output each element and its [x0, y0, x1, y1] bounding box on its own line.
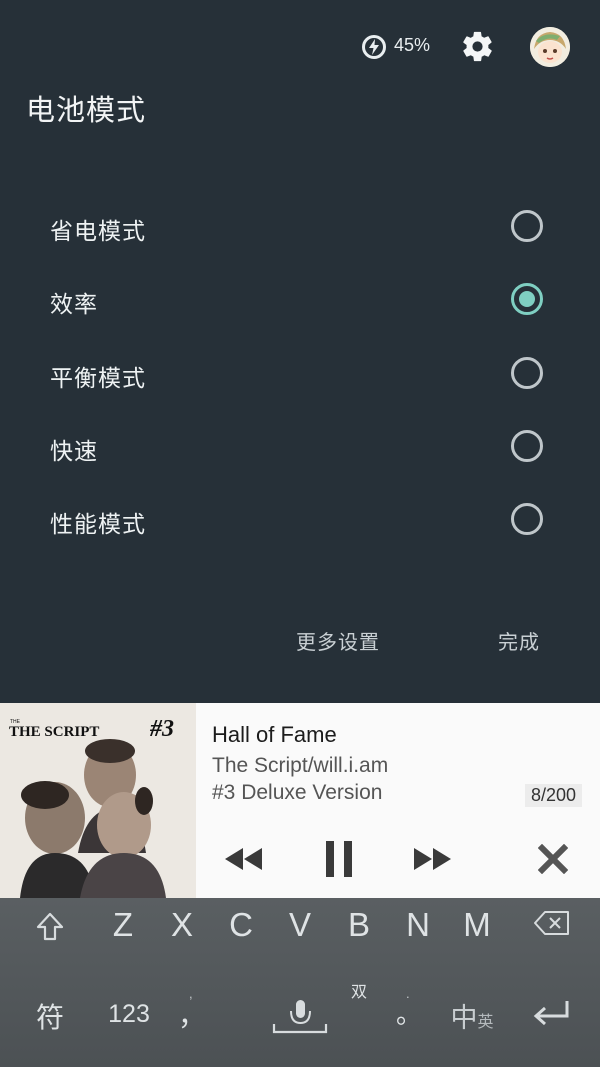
- key-v[interactable]: V: [275, 906, 325, 944]
- key-c[interactable]: C: [216, 906, 266, 944]
- backspace-icon: [534, 911, 569, 935]
- enter-icon: [533, 1001, 569, 1026]
- album-brand: THE SCRIPT: [9, 724, 99, 740]
- battery-percent: 45%: [394, 35, 431, 55]
- radio-button[interactable]: [511, 357, 543, 389]
- album-name: #3 Deluxe Version: [212, 781, 383, 804]
- option-label: 性能模式: [50, 512, 146, 538]
- option-label: 平衡模式: [50, 366, 146, 392]
- option-power-saving[interactable]: 省电模式: [0, 190, 600, 264]
- microphone-icon: [272, 1000, 328, 1034]
- key-m[interactable]: M: [452, 906, 502, 944]
- period-key-label: 。: [395, 999, 422, 1029]
- page-title: 电池模式: [26, 93, 147, 127]
- option-performance[interactable]: 性能模式: [0, 483, 600, 557]
- comma-key[interactable]: , ，: [172, 986, 212, 1034]
- language-key-main: 中: [450, 1003, 478, 1033]
- option-fast[interactable]: 快速: [0, 410, 600, 484]
- option-label: 效率: [50, 292, 98, 318]
- avatar[interactable]: [530, 27, 570, 67]
- space-hint-label: 双: [350, 984, 367, 1001]
- key-n[interactable]: N: [393, 906, 443, 944]
- option-balanced[interactable]: 平衡模式: [0, 337, 600, 411]
- key-z[interactable]: Z: [98, 906, 148, 944]
- enter-key[interactable]: [530, 998, 574, 1034]
- shift-icon: [36, 912, 64, 941]
- radio-button[interactable]: [511, 503, 543, 535]
- radio-button-selected[interactable]: [511, 283, 543, 315]
- comma-key-label: ，: [177, 1000, 206, 1031]
- pause-icon: [326, 841, 352, 877]
- pause-button[interactable]: [316, 837, 362, 881]
- done-button[interactable]: 完成: [498, 626, 540, 655]
- language-key[interactable]: 中英: [446, 996, 498, 1036]
- numbers-key[interactable]: 123: [100, 1000, 158, 1029]
- radio-button[interactable]: [511, 430, 543, 462]
- music-notification[interactable]: THE THE SCRIPT #3 Hall of Fame The Scrip…: [0, 703, 600, 898]
- key-x[interactable]: X: [157, 906, 207, 944]
- more-settings-button[interactable]: 更多设置: [296, 626, 380, 655]
- gear-icon[interactable]: [460, 29, 495, 64]
- status-row: 45%: [0, 22, 600, 70]
- period-key[interactable]: . 。: [390, 986, 428, 1031]
- option-efficiency[interactable]: 效率: [0, 263, 600, 337]
- song-title: Hall of Fame: [212, 722, 337, 747]
- rewind-button[interactable]: [218, 837, 268, 881]
- option-label: 省电模式: [50, 219, 146, 245]
- option-label: 快速: [50, 439, 98, 465]
- track-counter: 8/200: [525, 784, 583, 807]
- voice-space-key[interactable]: [265, 996, 335, 1036]
- backspace-key[interactable]: [530, 908, 574, 952]
- battery-mode-panel: 45% 电池模式 省电模式 效率 平衡模式 快速 性能模式 更多设置 完成: [0, 0, 600, 703]
- battery-saver-icon[interactable]: [361, 34, 387, 60]
- language-key-sub: 英: [477, 1014, 494, 1031]
- album-number: #3: [149, 716, 174, 742]
- radio-button[interactable]: [511, 210, 543, 242]
- close-icon: [538, 844, 568, 874]
- screen: 45% 电池模式 省电模式 效率 平衡模式 快速 性能模式 更多设置 完成 TH…: [0, 0, 600, 1067]
- close-button[interactable]: [531, 837, 575, 881]
- key-b[interactable]: B: [334, 906, 384, 944]
- keyboard: Z X C V B N M 符 123 , ， 双 . 。 中英: [0, 898, 600, 1067]
- shift-key[interactable]: [28, 904, 72, 948]
- fast-forward-icon: [414, 848, 451, 870]
- fast-forward-button[interactable]: [408, 837, 458, 881]
- song-artist: The Script/will.i.am: [212, 754, 389, 777]
- album-art[interactable]: THE THE SCRIPT #3: [0, 703, 196, 898]
- symbols-key[interactable]: 符: [28, 996, 72, 1036]
- rewind-icon: [225, 848, 262, 870]
